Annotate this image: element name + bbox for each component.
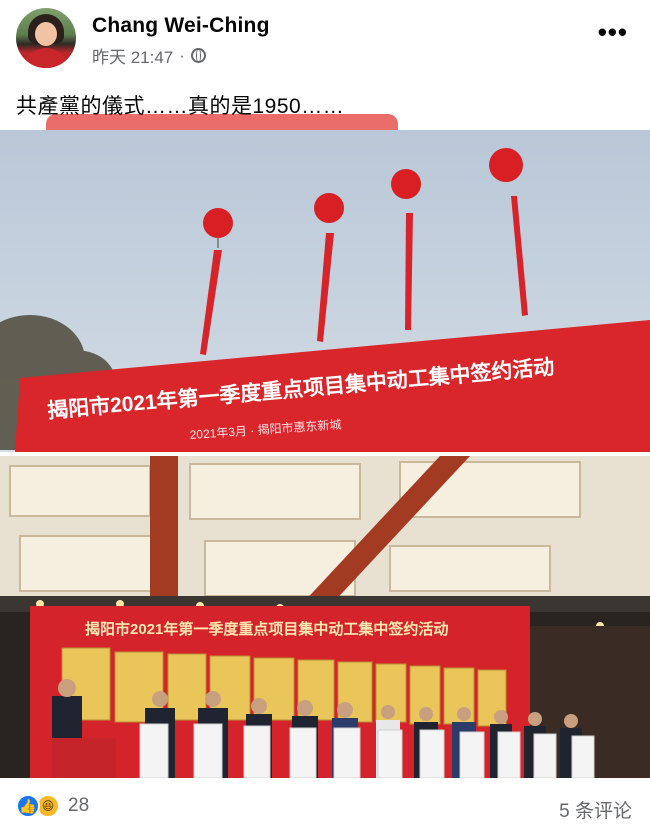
balloon-1 xyxy=(200,208,233,355)
photo-indoor-ceremony[interactable]: 揭阳市2021年第一季度重点项目集中动工集中签约活动 xyxy=(0,456,650,778)
author-name[interactable]: Chang Wei-Ching xyxy=(92,14,270,38)
like-icon: 👍 xyxy=(16,794,40,818)
globe-icon xyxy=(190,48,206,63)
photo-outdoor-ceremony[interactable]: 揭阳市2021年第一季度重点项目集中动工集中签约活动 2021年3月 · 揭阳市… xyxy=(0,130,650,452)
lectern xyxy=(52,738,116,778)
balloon-3 xyxy=(391,169,421,330)
post-header: Chang Wei-Ching 昨天 21:47 · ••• xyxy=(0,0,650,80)
balloon-2 xyxy=(314,193,344,342)
reactions-summary[interactable]: 👍 😆 28 xyxy=(16,794,89,818)
ceiling-beam-1 xyxy=(150,456,178,606)
meta-separator: · xyxy=(179,45,185,65)
more-options-icon[interactable]: ••• xyxy=(598,19,628,45)
post-text: 共產黨的儀式……真的是1950…… xyxy=(16,95,345,118)
timestamp[interactable]: 昨天 21:47 xyxy=(92,43,173,68)
post-footer: 👍 😆 28 5 条评论 xyxy=(0,784,650,832)
comments-count-link[interactable]: 5 条评论 xyxy=(559,796,632,823)
post-meta: 昨天 21:47 · xyxy=(92,43,206,68)
indoor-banner-title: 揭阳市2021年第一季度重点项目集中动工集中签约活动 xyxy=(85,620,448,638)
reaction-count: 28 xyxy=(68,795,90,816)
avatar[interactable] xyxy=(16,8,76,68)
balloon-4 xyxy=(489,148,528,316)
